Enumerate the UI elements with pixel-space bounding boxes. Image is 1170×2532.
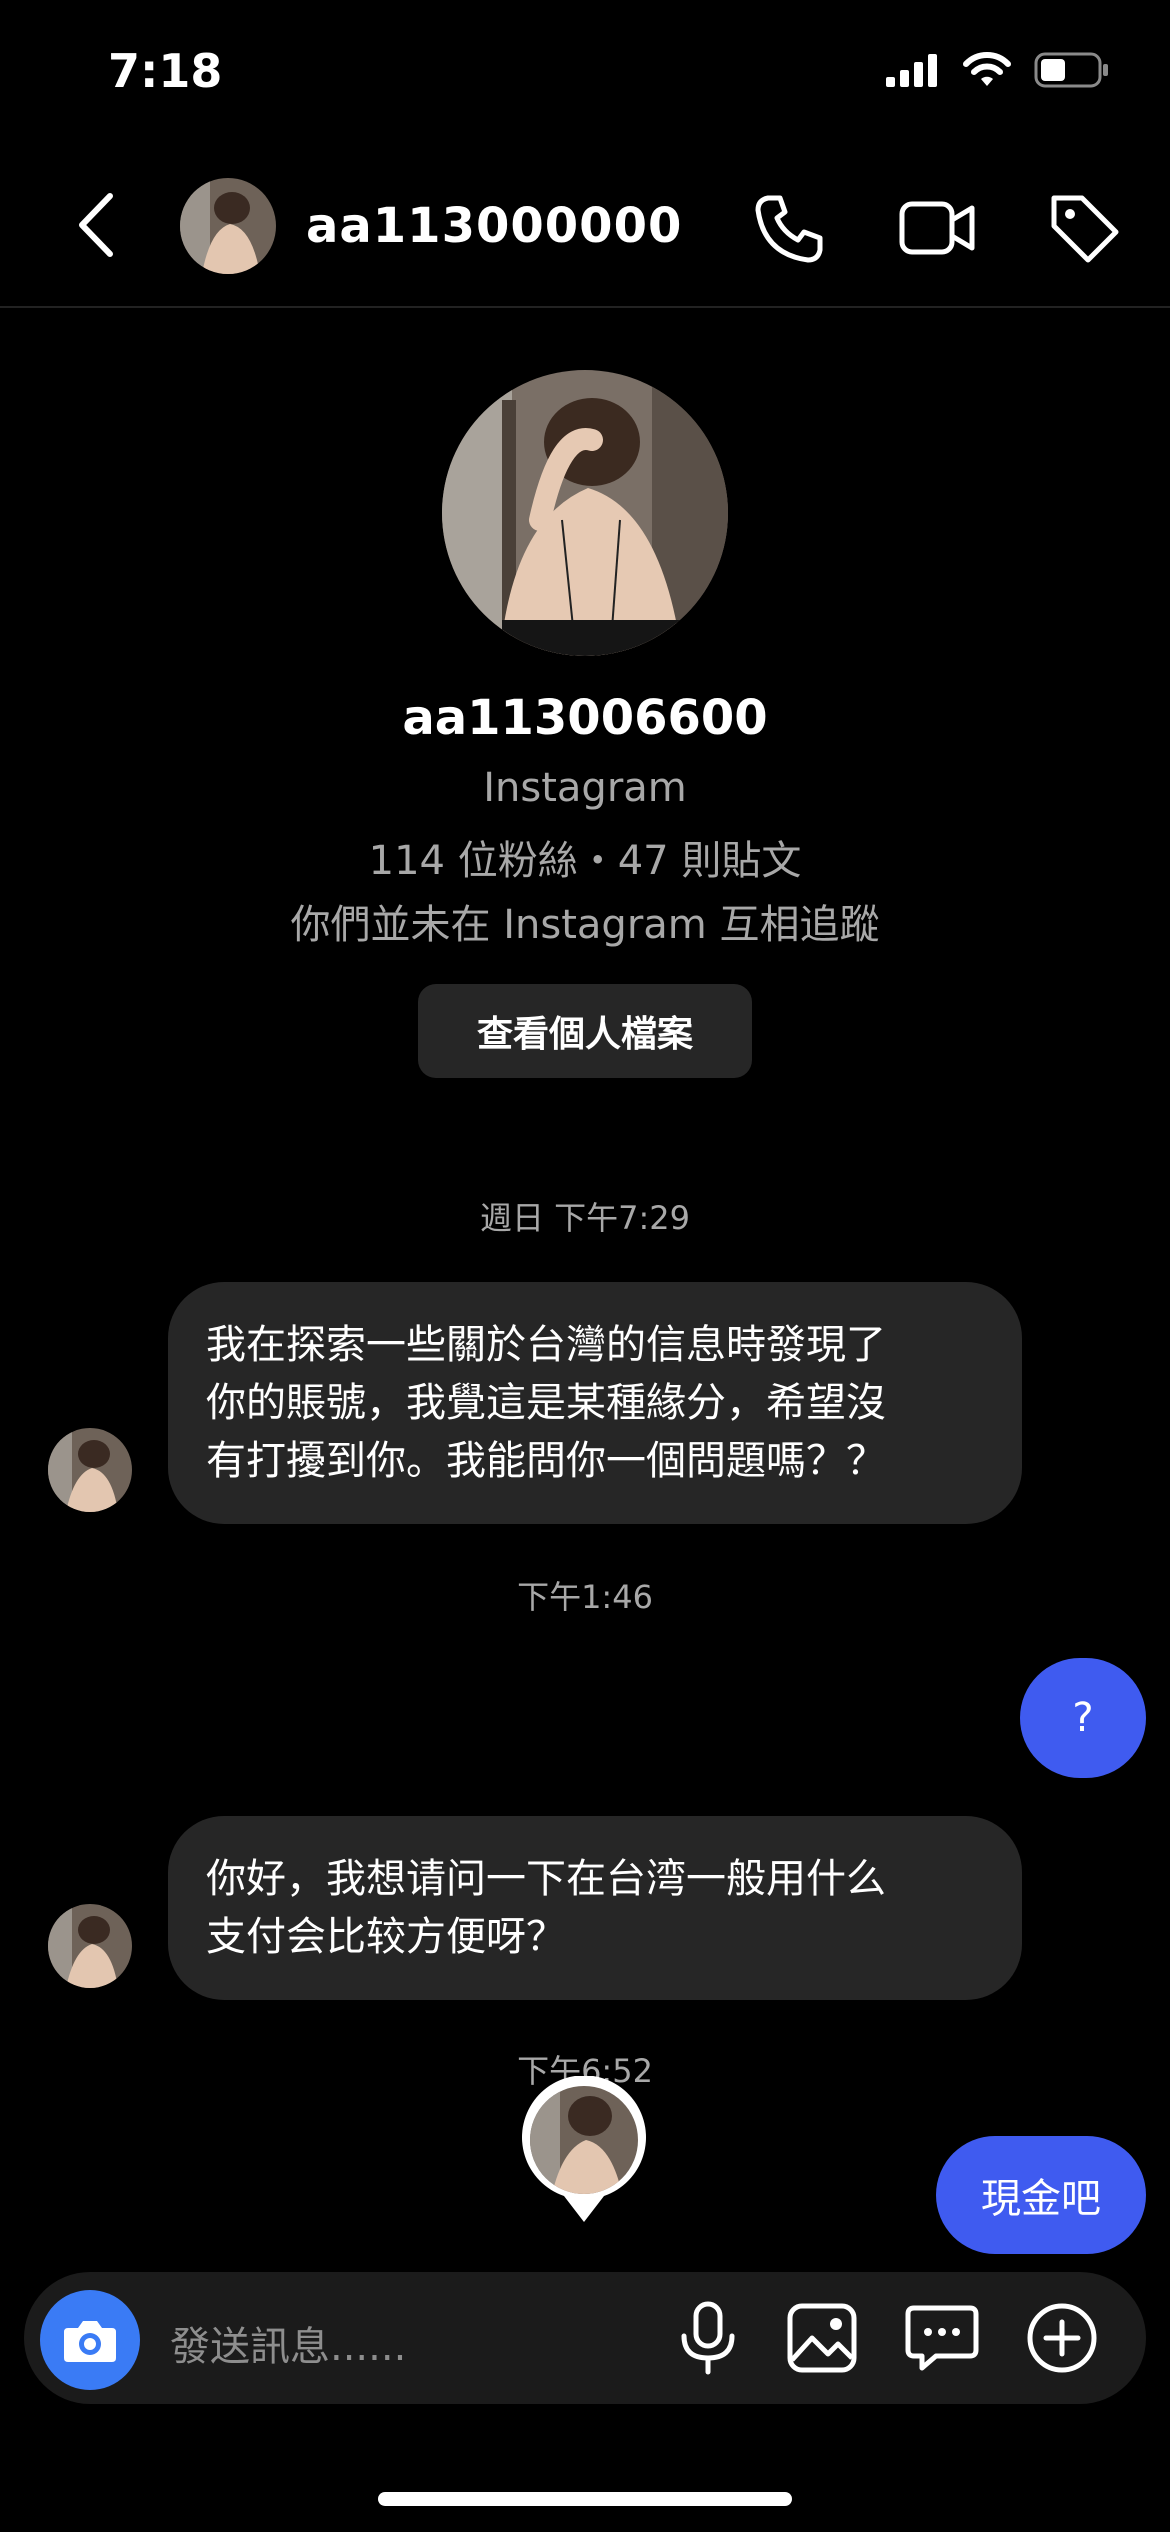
sender-avatar[interactable] [48, 1428, 132, 1512]
seen-avatar-indicator [520, 2076, 648, 2224]
microphone-icon [668, 2298, 748, 2378]
camera-button[interactable] [40, 2290, 140, 2390]
message-text: ? [1072, 1695, 1094, 1741]
sender-avatar[interactable] [48, 1904, 132, 1988]
status-icons [886, 52, 1110, 88]
view-profile-button[interactable]: 查看個人檔案 [418, 984, 752, 1078]
phone-icon [752, 190, 828, 266]
more-options-button[interactable] [1022, 2298, 1102, 2378]
message-timestamp: 週日 下午7:29 [479, 1199, 691, 1237]
incoming-message[interactable]: 你好，我想请问一下在台湾一般用什么 支付会比较方便呀？ [168, 1816, 1022, 2000]
message-line: 有打擾到你。我能問你一個問題嗎？？ [206, 1438, 886, 1484]
header-avatar[interactable] [180, 178, 276, 274]
home-indicator[interactable] [378, 2492, 792, 2506]
image-icon [782, 2298, 862, 2378]
tag-icon [1046, 190, 1122, 266]
message-line: 你的賬號，我覺這是某種緣分，希望沒 [206, 1380, 886, 1426]
message-line: 你好，我想请问一下在台湾一般用什么 [206, 1856, 886, 1902]
incoming-message[interactable]: 我在探索一些關於台灣的信息時發現了 你的賬號，我覺這是某種緣分，希望沒 有打擾到… [168, 1282, 1022, 1524]
video-call-button[interactable] [898, 190, 975, 266]
header-username[interactable]: aa113000000 [306, 198, 682, 254]
message-line: 支付会比较方便呀？ [206, 1914, 566, 1960]
profile-platform: Instagram [483, 765, 687, 811]
message-line: 我在探索一些關於台灣的信息時發現了 [206, 1322, 886, 1368]
chat-bubble-icon [902, 2298, 982, 2378]
message-text: 現金吧 [981, 2176, 1101, 2222]
profile-relation: 你們並未在 Instagram 互相追蹤 [290, 902, 880, 948]
camera-icon [62, 2316, 118, 2364]
voice-message-button[interactable] [668, 2298, 748, 2378]
video-camera-icon [898, 190, 975, 266]
wifi-icon [962, 52, 1012, 88]
status-time: 7:18 [108, 44, 223, 98]
profile-picture[interactable] [442, 370, 728, 656]
outgoing-message[interactable]: 現金吧 [936, 2136, 1146, 2254]
profile-stats: 114 位粉絲・47 則貼文 [368, 838, 802, 884]
plus-circle-icon [1022, 2298, 1102, 2378]
message-timestamp: 下午1:46 [517, 1578, 653, 1616]
chevron-left-icon [70, 190, 126, 260]
sticker-chat-button[interactable] [902, 2298, 982, 2378]
outgoing-message[interactable]: ? [1020, 1658, 1146, 1778]
cellular-signal-icon [886, 53, 940, 87]
header-divider [0, 306, 1170, 308]
label-tag-button[interactable] [1046, 190, 1122, 266]
battery-icon [1034, 52, 1110, 88]
message-input[interactable]: 發送訊息...... [170, 2314, 406, 2372]
gallery-button[interactable] [782, 2298, 862, 2378]
back-button[interactable] [70, 190, 126, 260]
phone-call-button[interactable] [752, 190, 828, 266]
profile-username: aa113006600 [402, 690, 768, 746]
